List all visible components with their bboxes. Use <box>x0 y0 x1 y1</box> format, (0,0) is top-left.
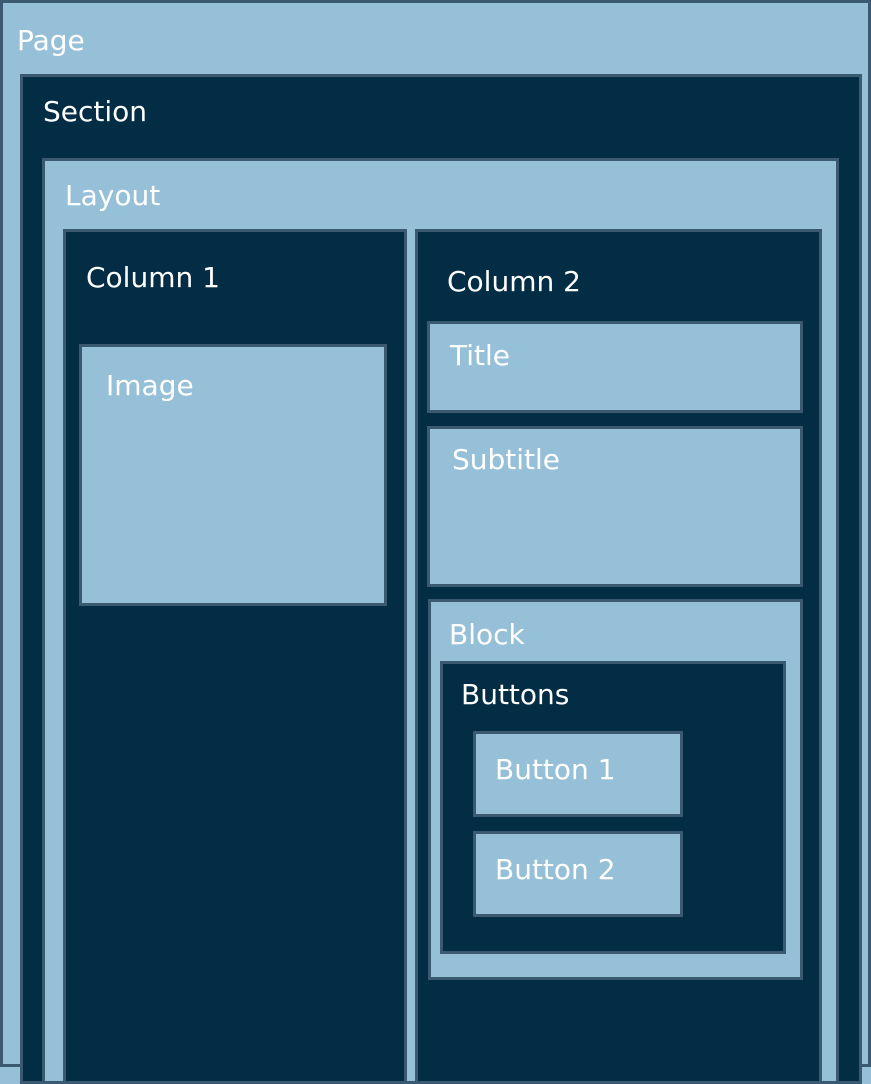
title-label: Title <box>450 339 511 372</box>
column-2-label: Column 2 <box>447 265 581 298</box>
buttons-label: Buttons <box>461 678 570 711</box>
layout-label: Layout <box>65 179 161 212</box>
column-1-label: Column 1 <box>86 261 220 294</box>
image-label: Image <box>106 369 194 402</box>
section-label: Section <box>43 95 148 128</box>
block-label: Block <box>449 618 525 651</box>
page-label: Page <box>17 24 85 57</box>
subtitle-label: Subtitle <box>452 443 561 476</box>
button-2-label: Button 2 <box>495 853 616 886</box>
button-1-label: Button 1 <box>495 753 616 786</box>
